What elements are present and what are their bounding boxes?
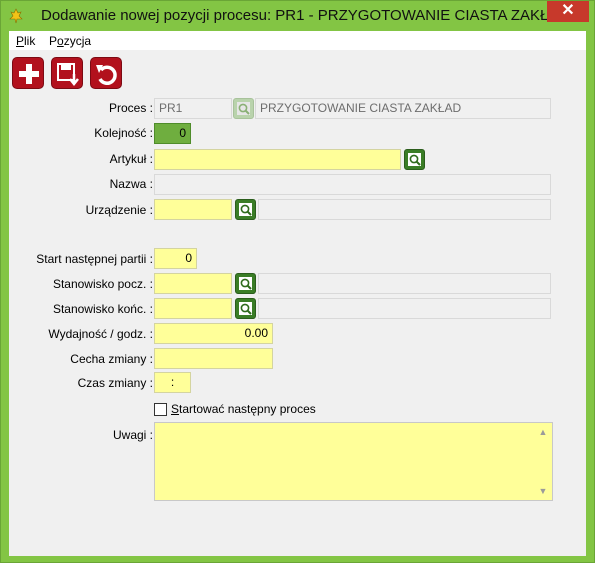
- proces-lookup-button: [233, 98, 254, 119]
- czas-zmiany-field[interactable]: :: [154, 372, 191, 393]
- cecha-zmiany-label: Cecha zmiany :: [70, 352, 153, 366]
- nazwa-label: Nazwa :: [109, 177, 153, 191]
- proces-label: Proces :: [108, 101, 153, 115]
- kolejnosc-field[interactable]: 0: [154, 123, 191, 144]
- stanowisko-konc-description-field: [258, 298, 551, 319]
- add-button[interactable]: [12, 57, 44, 89]
- search-icon: [239, 302, 252, 315]
- dialog-window: Dodawanie nowej pozycji procesu: PR1 - P…: [0, 0, 595, 563]
- artykul-label: Artykuł :: [109, 152, 153, 166]
- nazwa-field: [154, 174, 551, 195]
- undo-button[interactable]: [90, 57, 122, 89]
- save-button[interactable]: [51, 57, 83, 89]
- proces-name-field: PRZYGOTOWANIE CIASTA ZAKŁAD: [255, 98, 551, 119]
- stanowisko-pocz-description-field: [258, 273, 551, 294]
- uwagi-textarea[interactable]: ▲ ▼: [154, 422, 553, 501]
- artykul-field[interactable]: [154, 149, 401, 170]
- stanowisko-pocz-field[interactable]: [154, 273, 232, 294]
- uwagi-scrollbar[interactable]: ▲ ▼: [535, 423, 552, 500]
- artykul-lookup-button[interactable]: [404, 149, 425, 170]
- undo-icon: [96, 65, 117, 85]
- urzadzenie-label: Urządzenie :: [85, 203, 153, 217]
- urzadzenie-description-field: [258, 199, 551, 220]
- stanowisko-pocz-lookup-button[interactable]: [235, 273, 256, 294]
- stanowisko-konc-label: Stanowisko końc. :: [52, 302, 153, 316]
- stanowisko-pocz-label: Stanowisko pocz. :: [52, 277, 153, 291]
- uwagi-label: Uwagi :: [112, 428, 153, 442]
- wydajnosc-label: Wydajność / godz. :: [48, 327, 153, 341]
- proces-code-field: PR1: [154, 98, 232, 119]
- title-bar[interactable]: Dodawanie nowej pozycji procesu: PR1 - P…: [1, 1, 594, 31]
- urzadzenie-field[interactable]: [154, 199, 232, 220]
- search-icon: [239, 203, 252, 216]
- save-download-icon: [57, 63, 79, 87]
- startowac-label[interactable]: Startować następny proces: [171, 402, 316, 416]
- start-nastepnej-partii-field[interactable]: 0: [154, 248, 197, 269]
- cecha-zmiany-field[interactable]: [154, 348, 273, 369]
- close-button[interactable]: ✕: [547, 1, 589, 22]
- window-title: Dodawanie nowej pozycji procesu: PR1 - P…: [41, 7, 570, 24]
- stanowisko-konc-lookup-button[interactable]: [235, 298, 256, 319]
- menu-pozycja[interactable]: Pozycja: [49, 34, 91, 48]
- search-icon: [239, 277, 252, 290]
- menu-bar: Plik Pozycja: [9, 31, 586, 51]
- urzadzenie-lookup-button[interactable]: [235, 199, 256, 220]
- close-icon: ✕: [561, 2, 575, 19]
- start-nastepnej-partii-label: Start następnej partii :: [36, 252, 153, 266]
- scroll-down-icon[interactable]: ▼: [538, 486, 548, 496]
- kolejnosc-label: Kolejność :: [94, 126, 153, 140]
- search-icon: [408, 153, 421, 166]
- wydajnosc-field[interactable]: 0.00: [154, 323, 273, 344]
- app-icon: [9, 8, 23, 24]
- menu-plik[interactable]: Plik: [16, 34, 35, 48]
- search-icon: [237, 102, 250, 115]
- client-area: Plik Pozycja Proces : PR1 PRZYGOTOWANIE …: [9, 31, 586, 556]
- czas-zmiany-label: Czas zmiany :: [77, 376, 153, 390]
- scroll-up-icon[interactable]: ▲: [538, 427, 548, 437]
- startowac-checkbox[interactable]: [154, 403, 167, 416]
- stanowisko-konc-field[interactable]: [154, 298, 232, 319]
- plus-icon: [19, 64, 39, 84]
